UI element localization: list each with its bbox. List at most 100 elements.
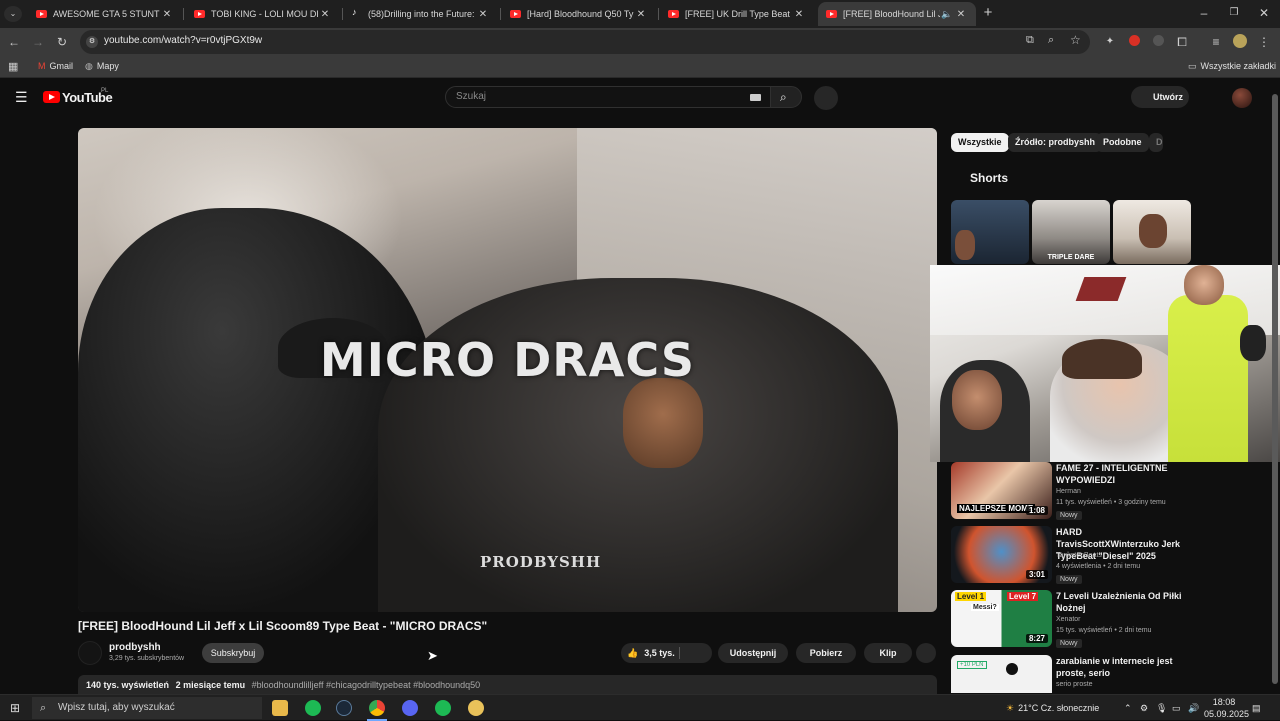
clip-button[interactable]: Klip — [864, 643, 912, 663]
tab-gta-stunts[interactable]: AWESOME GTA 5 STUNTS & FA ✕ — [28, 2, 182, 26]
search-button[interactable]: ⌕ — [770, 86, 802, 108]
recommendation-item[interactable]: +10 PLN zarabianie w internecie jest pro… — [951, 655, 1261, 693]
windows-start-icon[interactable]: ⊞ — [10, 701, 20, 715]
account-avatar[interactable] — [1232, 88, 1252, 108]
recommendation-thumbnail[interactable]: +10 PLN — [951, 655, 1052, 693]
restore-window-icon[interactable]: ❐ — [1226, 5, 1242, 21]
thumbs-up-icon: 👍 — [627, 648, 639, 658]
recommendation-title[interactable]: 7 Leveli Uzależnienia Od Piłki Nożnej — [1056, 590, 1186, 614]
tab-uk-drill[interactable]: [FREE] UK Drill Type Beat x NY ✕ — [660, 2, 814, 26]
close-tab-icon[interactable]: ✕ — [476, 9, 490, 20]
notifications-icon[interactable]: ▤ — [1252, 695, 1261, 721]
chrome-icon[interactable] — [369, 700, 385, 716]
apps-grid-icon[interactable]: ▦ — [8, 60, 18, 73]
forward-icon[interactable]: → — [30, 34, 46, 50]
channel-name[interactable]: prodbyshh — [109, 642, 161, 653]
video-player[interactable]: MICRO DRACS PRODBYSHH — [78, 128, 937, 612]
recommendation-channel[interactable]: serio proste — [1056, 681, 1093, 688]
extension-red-icon[interactable] — [1128, 35, 1140, 46]
tab-bloodhound-lil-jeff[interactable]: [FREE] BloodHound Lil Jeff 🔈 ✕ — [818, 2, 976, 26]
short-thumbnail[interactable] — [951, 200, 1029, 264]
voice-search-button[interactable] — [814, 86, 838, 110]
close-tab-icon[interactable]: ✕ — [634, 9, 648, 20]
recommendation-title[interactable]: zarabianie w internecie jest proste, ser… — [1056, 655, 1186, 679]
close-window-icon[interactable]: ✕ — [1256, 5, 1272, 21]
network-icon[interactable]: ▭ — [1172, 695, 1181, 721]
extensions-puzzle-icon[interactable]: ⧠ — [1174, 34, 1190, 50]
new-tab-icon[interactable]: + — [980, 5, 996, 21]
back-icon[interactable]: ← — [6, 34, 22, 50]
clock[interactable]: 18:08 05.09.2025 — [1204, 696, 1249, 720]
tray-overflow-icon[interactable]: ⌃ — [1124, 695, 1132, 721]
profile-avatar-icon[interactable] — [1233, 34, 1247, 48]
create-button[interactable]: Utwórz — [1131, 86, 1189, 108]
subscribe-button[interactable]: Subskrybuj — [202, 643, 264, 663]
recommendation-channel[interactable]: Xenator — [1056, 616, 1081, 623]
tab-tiktok-drilling[interactable]: (58)Drilling into the Future: UK ✕ — [344, 2, 498, 26]
app-icon[interactable] — [468, 700, 484, 716]
description-box[interactable]: 140 tys. wyświetleń 2 miesiące temu #blo… — [78, 675, 937, 695]
chip-more[interactable]: D — [1149, 133, 1163, 152]
download-button[interactable]: Pobierz — [796, 643, 856, 663]
chip-all[interactable]: Wszystkie — [951, 133, 1009, 152]
hashtags[interactable]: #bloodhoundlilljeff #chicagodrilltypebea… — [252, 680, 481, 690]
youtube-header: ☰ YouTube PL Szukaj ⌕ Utwórz — [0, 78, 1280, 120]
tab-search-dropdown-icon[interactable]: ⌄ — [4, 6, 22, 22]
recommendation-channel[interactable]: TankstenBeats — [1056, 552, 1102, 559]
close-tab-icon[interactable]: ✕ — [954, 9, 968, 20]
microphone-icon[interactable]: 🎙 — [1156, 695, 1167, 721]
recommendation-item[interactable]: 3:01 HARD TravisScottXWinterzuko Jerk Ty… — [951, 526, 1261, 586]
all-bookmarks-button[interactable]: ▭ Wszystkie zakładki — [1188, 61, 1276, 72]
dislike-button[interactable] — [687, 643, 707, 663]
page-scrollbar[interactable] — [1272, 84, 1278, 692]
address-bar[interactable]: ⚙ youtube.com/watch?v=r0vtjPGXt9w ⧉ ⌕ ☆ — [80, 30, 1090, 54]
youtube-logo-icon[interactable] — [43, 91, 60, 103]
minimize-window-icon[interactable]: – — [1196, 5, 1212, 21]
recommendation-thumbnail[interactable]: Level 1 Level 7 Messi? 8:27 — [951, 590, 1052, 647]
discord-icon[interactable] — [402, 700, 418, 716]
chip-from-channel[interactable]: Źródło: prodbyshh — [1008, 133, 1102, 152]
install-app-icon[interactable]: ⧉ — [1026, 34, 1034, 47]
spotify-icon[interactable] — [305, 700, 321, 716]
taskbar-search-input[interactable]: ⌕ Wpisz tutaj, aby wyszukać — [32, 697, 262, 719]
close-tab-icon[interactable]: ✕ — [792, 9, 806, 20]
tab-tobi-king[interactable]: TOBI KING - LOLI MOU DRILL R ✕ — [186, 2, 340, 26]
steam-icon[interactable] — [336, 700, 352, 716]
extension-icon[interactable]: ✦ — [1102, 34, 1118, 50]
channel-avatar[interactable] — [78, 641, 102, 665]
like-button[interactable]: 👍 3,5 tys. — [627, 648, 675, 658]
volume-icon[interactable]: 🔊 — [1188, 695, 1199, 721]
bookmark-star-icon[interactable]: ☆ — [1070, 33, 1081, 47]
bookmark-maps[interactable]: ◍ Mapy — [85, 61, 119, 72]
chip-related[interactable]: Podobne — [1096, 133, 1149, 152]
browser-menu-icon[interactable]: ⋮ — [1256, 34, 1272, 50]
share-button[interactable]: Udostępnij — [718, 643, 788, 663]
recommendation-thumbnail[interactable]: NAJLEPSZE MOME 1:08 — [951, 462, 1052, 519]
zoom-icon[interactable]: ⌕ — [1048, 34, 1054, 47]
tab-bloodhound-q50[interactable]: [Hard] Bloodhound Q50 Type B ✕ — [502, 2, 656, 26]
recommendation-channel[interactable]: Herman — [1056, 488, 1081, 495]
recommendation-item[interactable]: NAJLEPSZE MOME 1:08 FAME 27 - INTELIGENT… — [951, 462, 1261, 522]
search-input[interactable]: Szukaj — [445, 86, 771, 108]
recommendation-thumbnail[interactable]: 3:01 — [951, 526, 1052, 583]
site-info-icon[interactable]: ⚙ — [86, 36, 98, 48]
weather-widget[interactable]: ☀ 21°C Cz. słonecznie — [1006, 695, 1099, 721]
short-thumbnail[interactable]: TRIPLE DARE — [1032, 200, 1110, 264]
spotify-icon[interactable] — [435, 700, 451, 716]
guide-menu-icon[interactable]: ☰ — [15, 89, 28, 106]
more-actions-button[interactable] — [916, 643, 936, 663]
tab-audio-icon[interactable]: 🔈 — [940, 9, 954, 20]
extension-grey-icon[interactable] — [1152, 35, 1164, 46]
keyboard-icon[interactable] — [750, 94, 761, 101]
recommendation-item[interactable]: Level 1 Level 7 Messi? 8:27 7 Leveli Uza… — [951, 590, 1261, 650]
scrollbar-thumb[interactable] — [1272, 94, 1278, 684]
recommendation-title[interactable]: FAME 27 - INTELIGENTNE WYPOWIEDZI — [1056, 462, 1186, 486]
tray-app-icon[interactable]: ⚙ — [1140, 695, 1148, 721]
reload-icon[interactable]: ↻ — [54, 34, 70, 50]
file-explorer-icon[interactable] — [272, 700, 288, 716]
media-controls-icon[interactable]: ≡ — [1208, 34, 1224, 50]
close-tab-icon[interactable]: ✕ — [318, 9, 332, 20]
bookmark-gmail[interactable]: M Gmail — [38, 61, 73, 71]
close-tab-icon[interactable]: ✕ — [160, 9, 174, 20]
short-thumbnail[interactable] — [1113, 200, 1191, 264]
